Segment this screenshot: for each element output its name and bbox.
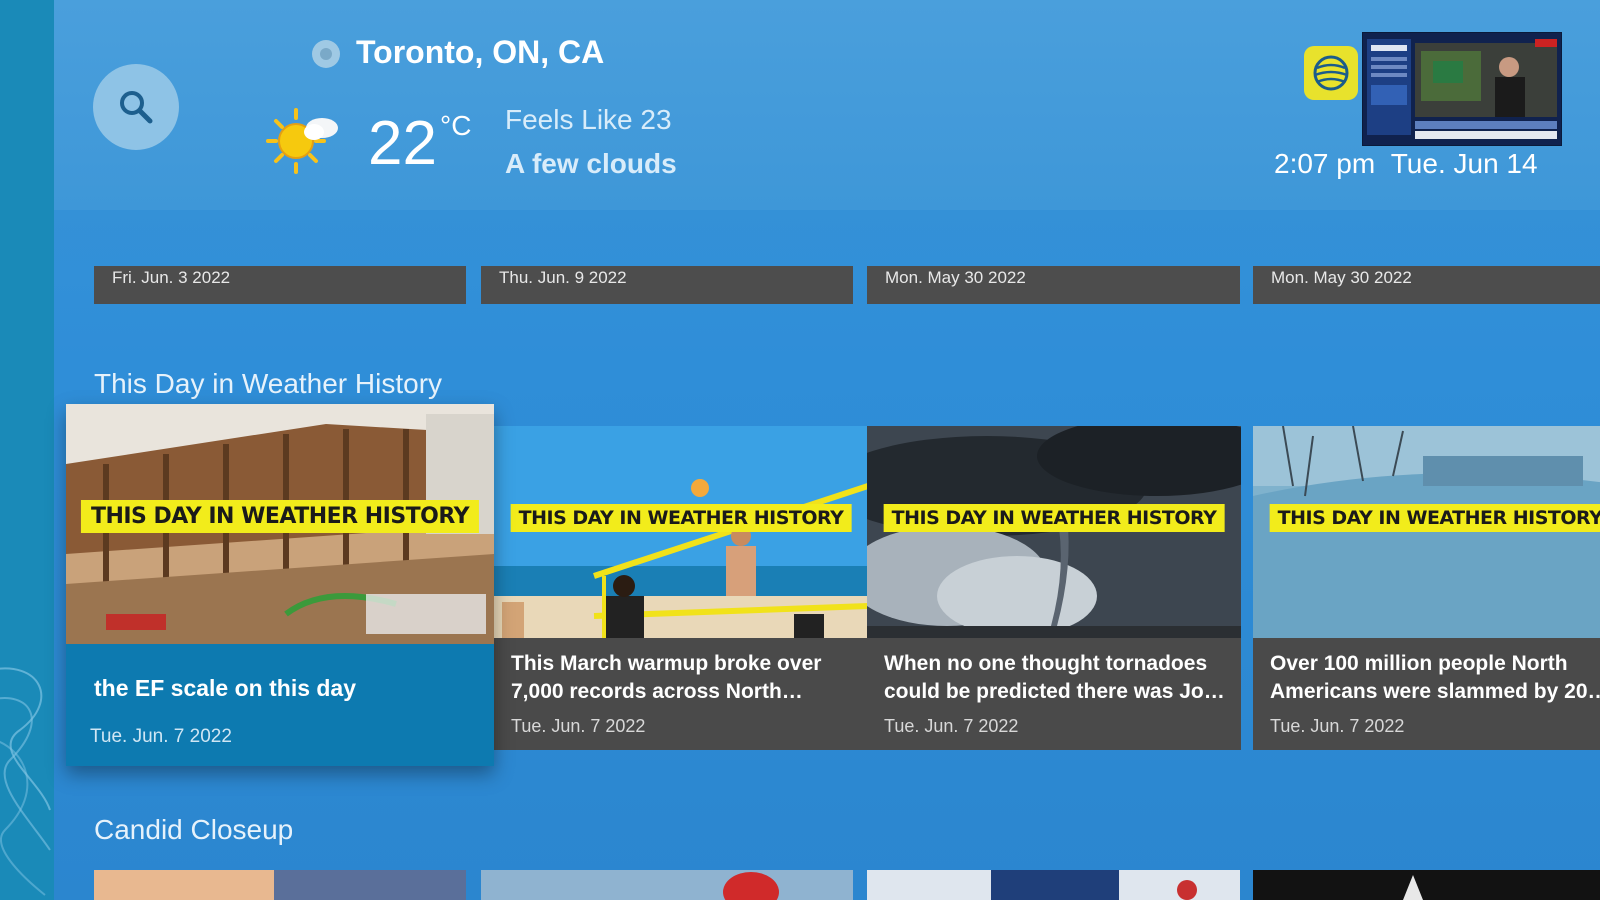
history-banner: THIS DAY IN WEATHER HISTORY xyxy=(510,504,852,532)
history-card-1[interactable]: THIS DAY IN WEATHER HISTORY the EF scale… xyxy=(66,404,494,766)
history-banner: THIS DAY IN WEATHER HISTORY xyxy=(883,504,1225,532)
history-banner: THIS DAY IN WEATHER HISTORY xyxy=(80,500,480,533)
live-tv-thumbnail[interactable] xyxy=(1362,32,1562,146)
card-date: Tue. Jun. 7 2022 xyxy=(884,716,1019,736)
card-date: Thu. Jun. 9 2022 xyxy=(499,268,627,287)
volleyball-image: THIS DAY IN WEATHER HISTORY xyxy=(494,426,868,638)
tornado-image: THIS DAY IN WEATHER HISTORY xyxy=(867,426,1241,638)
candid-card-4[interactable] xyxy=(1253,870,1600,900)
candid-card-2[interactable] xyxy=(481,870,853,900)
sun-cloud-icon xyxy=(266,108,338,174)
history-banner: THIS DAY IN WEATHER HISTORY xyxy=(1269,504,1600,532)
card-date: Tue. Jun. 7 2022 xyxy=(90,726,232,747)
card-date: Tue. Jun. 7 2022 xyxy=(1270,716,1405,736)
globe-logo-icon[interactable] xyxy=(1304,46,1358,100)
card-caption: This March warmup broke over 7,000 recor… xyxy=(511,652,822,703)
location-name[interactable]: Toronto, ON, CA xyxy=(356,34,604,71)
clock-time: 2:07 pm xyxy=(1274,148,1376,179)
swirl-decoration xyxy=(0,667,51,896)
temperature-unit: °C xyxy=(440,110,472,141)
barn-debris-image: THIS DAY IN WEATHER HISTORY xyxy=(66,404,494,644)
weather-condition: A few clouds xyxy=(505,148,677,179)
left-rail xyxy=(0,0,54,900)
search-button[interactable] xyxy=(93,64,179,150)
card-date: Mon. May 30 2022 xyxy=(885,268,1026,287)
top-row-card-3[interactable]: Mon. May 30 2022 xyxy=(867,266,1240,304)
snow-image: THIS DAY IN WEATHER HISTORY xyxy=(1253,426,1600,638)
clock: 2:07 pm Tue. Jun 14 xyxy=(1274,148,1538,180)
globe-icon xyxy=(1313,55,1349,91)
history-card-4[interactable]: THIS DAY IN WEATHER HISTORY Over 100 mil… xyxy=(1253,426,1600,750)
top-row-card-4[interactable]: Mon. May 30 2022 xyxy=(1253,266,1600,304)
candid-card-3[interactable] xyxy=(867,870,1240,900)
search-icon xyxy=(120,91,153,124)
section-title-history: This Day in Weather History xyxy=(94,368,443,399)
history-card-2[interactable]: THIS DAY IN WEATHER HISTORY This March w… xyxy=(494,426,868,750)
top-row-card-2[interactable]: Thu. Jun. 9 2022 xyxy=(481,266,853,304)
card-date: Tue. Jun. 7 2022 xyxy=(511,716,646,736)
card-date: Mon. May 30 2022 xyxy=(1271,268,1412,287)
tv-broadcast-image xyxy=(1363,33,1561,145)
history-card-3[interactable]: THIS DAY IN WEATHER HISTORY When no one … xyxy=(867,426,1241,750)
location-icon[interactable] xyxy=(310,38,342,70)
section-title-candid: Candid Closeup xyxy=(94,814,294,845)
card-caption: When no one thought tornadoes could be p… xyxy=(884,652,1230,703)
clock-date: Tue. Jun 14 xyxy=(1390,148,1538,179)
card-caption: Over 100 million people North Americans … xyxy=(1270,652,1600,703)
temperature: 22 xyxy=(368,109,437,178)
candid-card-1[interactable] xyxy=(94,870,466,900)
card-caption: the EF scale on this day xyxy=(94,675,357,701)
feels-like: Feels Like 23 xyxy=(505,104,672,135)
card-date: Fri. Jun. 3 2022 xyxy=(112,268,231,287)
top-row-card-1[interactable]: Fri. Jun. 3 2022 xyxy=(94,266,466,304)
